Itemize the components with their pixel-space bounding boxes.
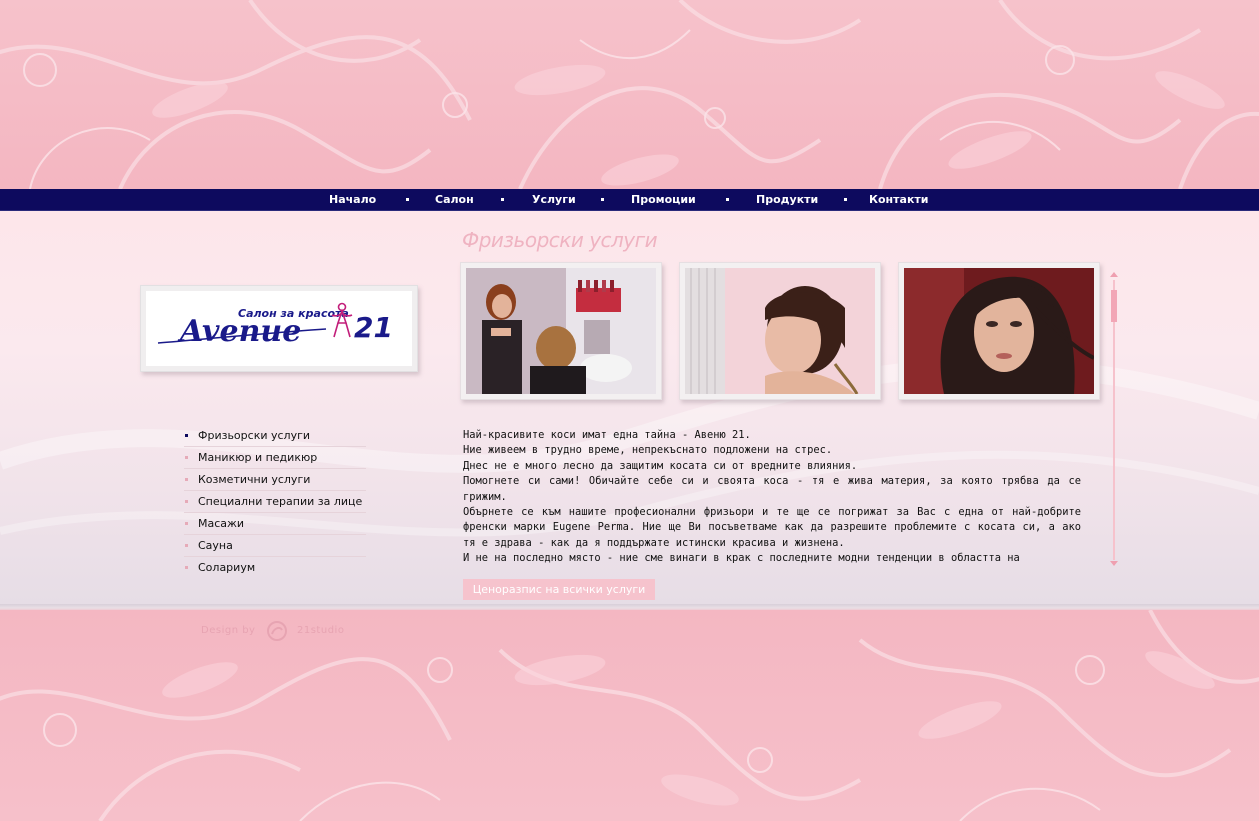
nav-products[interactable]: Продукти	[756, 189, 818, 210]
menu-item-massage[interactable]: Масажи	[184, 513, 366, 535]
menu-item-label: Масажи	[198, 517, 245, 530]
bullet-icon	[185, 522, 188, 525]
menu-item-cosmetic[interactable]: Козметични услуги	[184, 469, 366, 491]
menu-item-label: Маникюр и педикюр	[198, 451, 318, 464]
footer-background	[0, 610, 1259, 821]
section-title: Фризьорски услуги	[462, 228, 658, 252]
main-navigation: Начало Салон Услуги Промоции Продукти Ко…	[0, 189, 1259, 211]
menu-item-sauna[interactable]: Сауна	[184, 535, 366, 557]
studio-logo-icon	[267, 621, 287, 641]
menu-item-hair-services[interactable]: Фризьорски услуги	[184, 425, 366, 447]
studio-link[interactable]: 21studio	[297, 620, 344, 642]
nav-separator	[601, 198, 604, 201]
scrollbar-thumb[interactable]	[1111, 290, 1117, 322]
model-photo-icon	[904, 268, 1094, 394]
bullet-icon	[185, 566, 188, 569]
menu-item-label: Козметични услуги	[198, 473, 311, 486]
header-background	[0, 0, 1259, 189]
bullet-icon	[185, 500, 188, 503]
scroll-down-arrow-icon[interactable]	[1110, 561, 1118, 566]
photo-short-hair[interactable]	[679, 262, 881, 400]
nav-promotions[interactable]: Промоции	[631, 189, 696, 210]
menu-item-label: Специални терапии за лице	[198, 495, 363, 508]
menu-item-label: Солариум	[198, 561, 256, 574]
nav-separator	[501, 198, 504, 201]
hairdresser-photo-icon	[466, 268, 656, 394]
nav-contacts[interactable]: Контакти	[869, 189, 929, 210]
bullet-icon	[185, 478, 188, 481]
svg-text:Avenue: Avenue	[177, 314, 301, 349]
nav-salon[interactable]: Салон	[435, 189, 474, 210]
service-description: Най-красивите коси имат една тайна - Аве…	[463, 428, 1081, 566]
text-line: И не на последно място - ние сме винаги …	[463, 552, 1020, 565]
menu-item-label: Фризьорски услуги	[198, 429, 311, 442]
menu-item-solarium[interactable]: Солариум	[184, 557, 366, 578]
short-hair-photo-icon	[685, 268, 875, 394]
bullet-icon	[185, 434, 188, 437]
footer-credit: Design by 21studio	[201, 620, 344, 642]
design-by-label: Design by	[201, 625, 256, 636]
text-line: Днес не е много лесно да защитим косата …	[463, 459, 858, 472]
menu-item-manicure[interactable]: Маникюр и педикюр	[184, 447, 366, 469]
text-line: Помогнете си сами! Обичайте себе си и св…	[463, 475, 1081, 503]
price-list-button[interactable]: Ценоразпис на всички услуги	[463, 579, 655, 600]
photo-model[interactable]	[898, 262, 1100, 400]
avenue21-logo-icon: Салон за красота Avenue 21	[157, 302, 393, 349]
svg-text:21: 21	[354, 311, 393, 344]
text-line: Обърнете се към нашите професионални фри…	[463, 506, 1081, 549]
nav-separator	[726, 198, 729, 201]
nav-services[interactable]: Услуги	[532, 189, 576, 210]
nav-separator	[844, 198, 847, 201]
logo-frame[interactable]: Салон за красота Avenue 21	[140, 285, 418, 372]
bullet-icon	[185, 456, 188, 459]
logo: Салон за красота Avenue 21	[146, 291, 412, 366]
text-line: Ние живеем в трудно време, непрекъснато …	[463, 444, 833, 457]
swirl-decoration	[0, 0, 1259, 189]
scrollbar-track[interactable]	[1113, 280, 1115, 560]
photo-hairdresser[interactable]	[460, 262, 662, 400]
menu-item-label: Сауна	[198, 539, 233, 552]
menu-item-facial-therapy[interactable]: Специални терапии за лице	[184, 491, 366, 513]
scroll-up-arrow-icon[interactable]	[1110, 272, 1118, 277]
nav-home[interactable]: Начало	[329, 189, 376, 210]
swirl-decoration	[0, 610, 1259, 821]
text-line: Най-красивите коси имат една тайна - Аве…	[463, 429, 751, 441]
services-menu: Фризьорски услуги Маникюр и педикюр Козм…	[184, 425, 366, 578]
bullet-icon	[185, 544, 188, 547]
nav-separator	[406, 198, 409, 201]
